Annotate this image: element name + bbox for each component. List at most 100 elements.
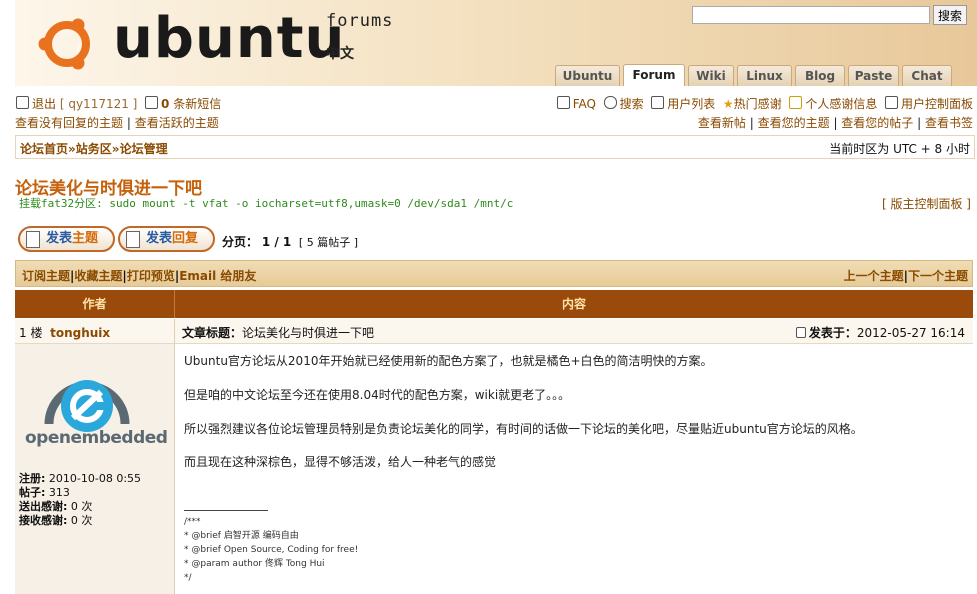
tab-wiki[interactable]: Wiki	[688, 65, 734, 86]
pm-count[interactable]: 0	[161, 97, 169, 111]
username-link[interactable]: [ qy117121 ]	[60, 97, 138, 111]
tab-chat[interactable]: Chat	[902, 65, 952, 86]
stat-label: 送出感谢:	[19, 500, 68, 513]
userbar-left-2: 查看没有回复的主题 | 查看活跃的主题	[15, 116, 219, 130]
timezone-label: 当前时区为 UTC + 8 小时	[829, 142, 970, 156]
signature-line: * @brief 启智开源 编码自由	[184, 531, 299, 541]
topic-tools-bar: 订阅主题|收藏主题|打印预览|Email 给朋友 上一个主题|下一个主题	[15, 260, 973, 287]
userbar-left: 退出 [ qy117121 ] 0 条新短信	[16, 95, 221, 112]
post-author-cell: 1 楼 tonghuix	[19, 324, 110, 341]
breadcrumb-station[interactable]: 站务区	[76, 142, 112, 156]
post-body: Ubuntu官方论坛从2010年开始就已经使用新的配色方案了，也就是橘色+白色的…	[184, 353, 964, 471]
bookmark-topic-link[interactable]: 收藏主题	[74, 269, 122, 283]
search-icon	[603, 96, 617, 109]
post-author-profile: openembedded 注册: 2010-10-08 0:55 帖子: 313…	[15, 344, 175, 594]
subject-label: 文章标题：	[182, 326, 243, 340]
thanks-info-icon	[789, 96, 803, 109]
post-paragraph: 但是咱的中文论坛至今还在使用8.04时代的配色方案，wiki就更老了。。。	[184, 387, 571, 402]
bookmarks-link[interactable]: 查看书签	[925, 116, 973, 130]
posted-label: 发表于：	[808, 326, 857, 340]
search-button[interactable]: 搜索	[933, 5, 968, 25]
reply-label-a: 发表	[146, 231, 173, 246]
userbar-right: FAQ 搜索 用户列表 ★热门感谢 个人感谢信息 用户控制面板	[556, 95, 973, 112]
col-author: 作者	[15, 290, 175, 318]
user-cp-icon	[884, 96, 898, 109]
tab-blog[interactable]: Blog	[795, 65, 845, 86]
tab-forum[interactable]: Forum	[623, 64, 685, 86]
post-icon[interactable]	[795, 327, 806, 338]
col-content: 内容	[561, 297, 586, 311]
new-topic-label-a: 发表	[46, 231, 73, 246]
post-date: 发表于：2012-05-27 16:14	[795, 324, 965, 341]
breadcrumb-home[interactable]: 论坛首页	[20, 142, 68, 156]
document-icon	[26, 231, 40, 248]
top-thanks-link[interactable]: 热门感谢	[734, 97, 782, 111]
signature-line: * @param author 佟辉 Tong Hui	[184, 559, 325, 569]
subscribe-topic-link[interactable]: 订阅主题	[22, 269, 70, 283]
post-author[interactable]: tonghuix	[50, 326, 110, 340]
stat-value: 313	[48, 486, 70, 499]
signature: /*** * @brief 启智开源 编码自由 * @brief Open So…	[184, 515, 358, 585]
stat-label: 帖子:	[19, 486, 46, 499]
mod-panel-link[interactable]: [ 版主控制面板 ]	[882, 195, 971, 212]
page-label: 分页：	[222, 235, 259, 249]
ubuntu-logo-icon[interactable]	[35, 10, 99, 74]
avatar-text: openembedded	[25, 428, 168, 448]
document-icon	[126, 231, 140, 248]
pagination: 分页： 1 / 1 [ 5 篇帖子 ]	[222, 233, 358, 250]
brand-wordmark[interactable]: ubuntu	[113, 6, 345, 71]
member-list-icon	[651, 96, 665, 109]
subject-text: 论坛美化与时俱进一下吧	[242, 326, 375, 340]
tab-paste[interactable]: Paste	[848, 65, 899, 86]
new-topic-button[interactable]: 发表主题	[18, 226, 115, 252]
next-topic-link[interactable]: 下一个主题	[908, 269, 968, 283]
forum-description: 挂载fat32分区: sudo mount -t vfat -o iochars…	[19, 197, 514, 210]
search-link[interactable]: 搜索	[620, 97, 644, 111]
new-topic-label-b: 主题	[72, 231, 99, 246]
author-stats: 注册: 2010-10-08 0:55 帖子: 313 送出感谢: 0 次 接收…	[19, 472, 141, 528]
pm-link[interactable]: 条新短信	[173, 97, 221, 111]
prev-topic-link[interactable]: 上一个主题	[844, 269, 904, 283]
new-posts-link[interactable]: 查看新帖	[698, 116, 746, 130]
breadcrumb-sep: »	[111, 142, 120, 156]
stat-value: 0 次	[70, 514, 93, 527]
breadcrumb-forum-admin[interactable]: 论坛管理	[120, 142, 168, 156]
thanks-info-link[interactable]: 个人感谢信息	[805, 97, 877, 111]
signature-line: * @brief Open Source, Coding for free!	[184, 545, 359, 555]
page-value: 1 / 1	[261, 235, 292, 249]
print-view-link[interactable]: 打印预览	[127, 269, 175, 283]
user-cp-link[interactable]: 用户控制面板	[901, 97, 973, 111]
tab-linux[interactable]: Linux	[737, 65, 792, 86]
tab-ubuntu[interactable]: Ubuntu	[555, 65, 620, 86]
post-paragraph: Ubuntu官方论坛从2010年开始就已经使用新的配色方案了，也就是橘色+白色的…	[184, 354, 713, 368]
post-paragraph: 所以强烈建议各位论坛管理员特别是负责论坛美化的同学，有时间的话做一下论坛的美化吧…	[184, 421, 863, 436]
stat-value: 2010-10-08 0:55	[48, 472, 142, 485]
email-friend-link[interactable]: Email 给朋友	[179, 269, 256, 283]
reply-label-b: 回复	[172, 231, 199, 246]
star-icon: ★	[722, 97, 734, 111]
signature-line: /***	[184, 517, 201, 527]
unanswered-link[interactable]: 查看没有回复的主题	[15, 116, 123, 130]
stat-value: 0 次	[70, 500, 93, 513]
post-header-row: 1 楼 tonghuix 文章标题：论坛美化与时俱进一下吧 发表于：2012-0…	[15, 319, 973, 344]
active-topics-link[interactable]: 查看活跃的主题	[135, 116, 219, 130]
userbar-right-2: 查看新帖 | 查看您的主题 | 查看您的帖子 | 查看书签	[697, 116, 973, 130]
post-paragraph: 而且现在这种深棕色，显得不够活泼，给人一种老气的感觉	[184, 455, 497, 470]
column-divider	[174, 319, 175, 343]
faq-link[interactable]: FAQ	[573, 97, 596, 111]
search-input[interactable]	[692, 6, 930, 24]
signature-divider	[184, 510, 268, 511]
your-posts-link[interactable]: 查看您的帖子	[841, 116, 913, 130]
posts-table-header: 作者 内容	[15, 290, 973, 318]
reply-button[interactable]: 发表回复	[118, 226, 215, 252]
logout-icon	[16, 96, 29, 109]
signature-line: */	[184, 573, 192, 583]
member-list-link[interactable]: 用户列表	[667, 97, 715, 111]
posted-value: 2012-05-27 16:14	[856, 326, 965, 340]
message-icon	[145, 96, 159, 109]
stat-label: 注册:	[19, 472, 46, 485]
breadcrumb: 论坛首页»站务区»论坛管理 当前时区为 UTC + 8 小时	[15, 135, 975, 159]
logout-link[interactable]: 退出	[32, 97, 56, 111]
your-topics-link[interactable]: 查看您的主题	[758, 116, 830, 130]
brand-forums-label: forums	[326, 11, 394, 31]
